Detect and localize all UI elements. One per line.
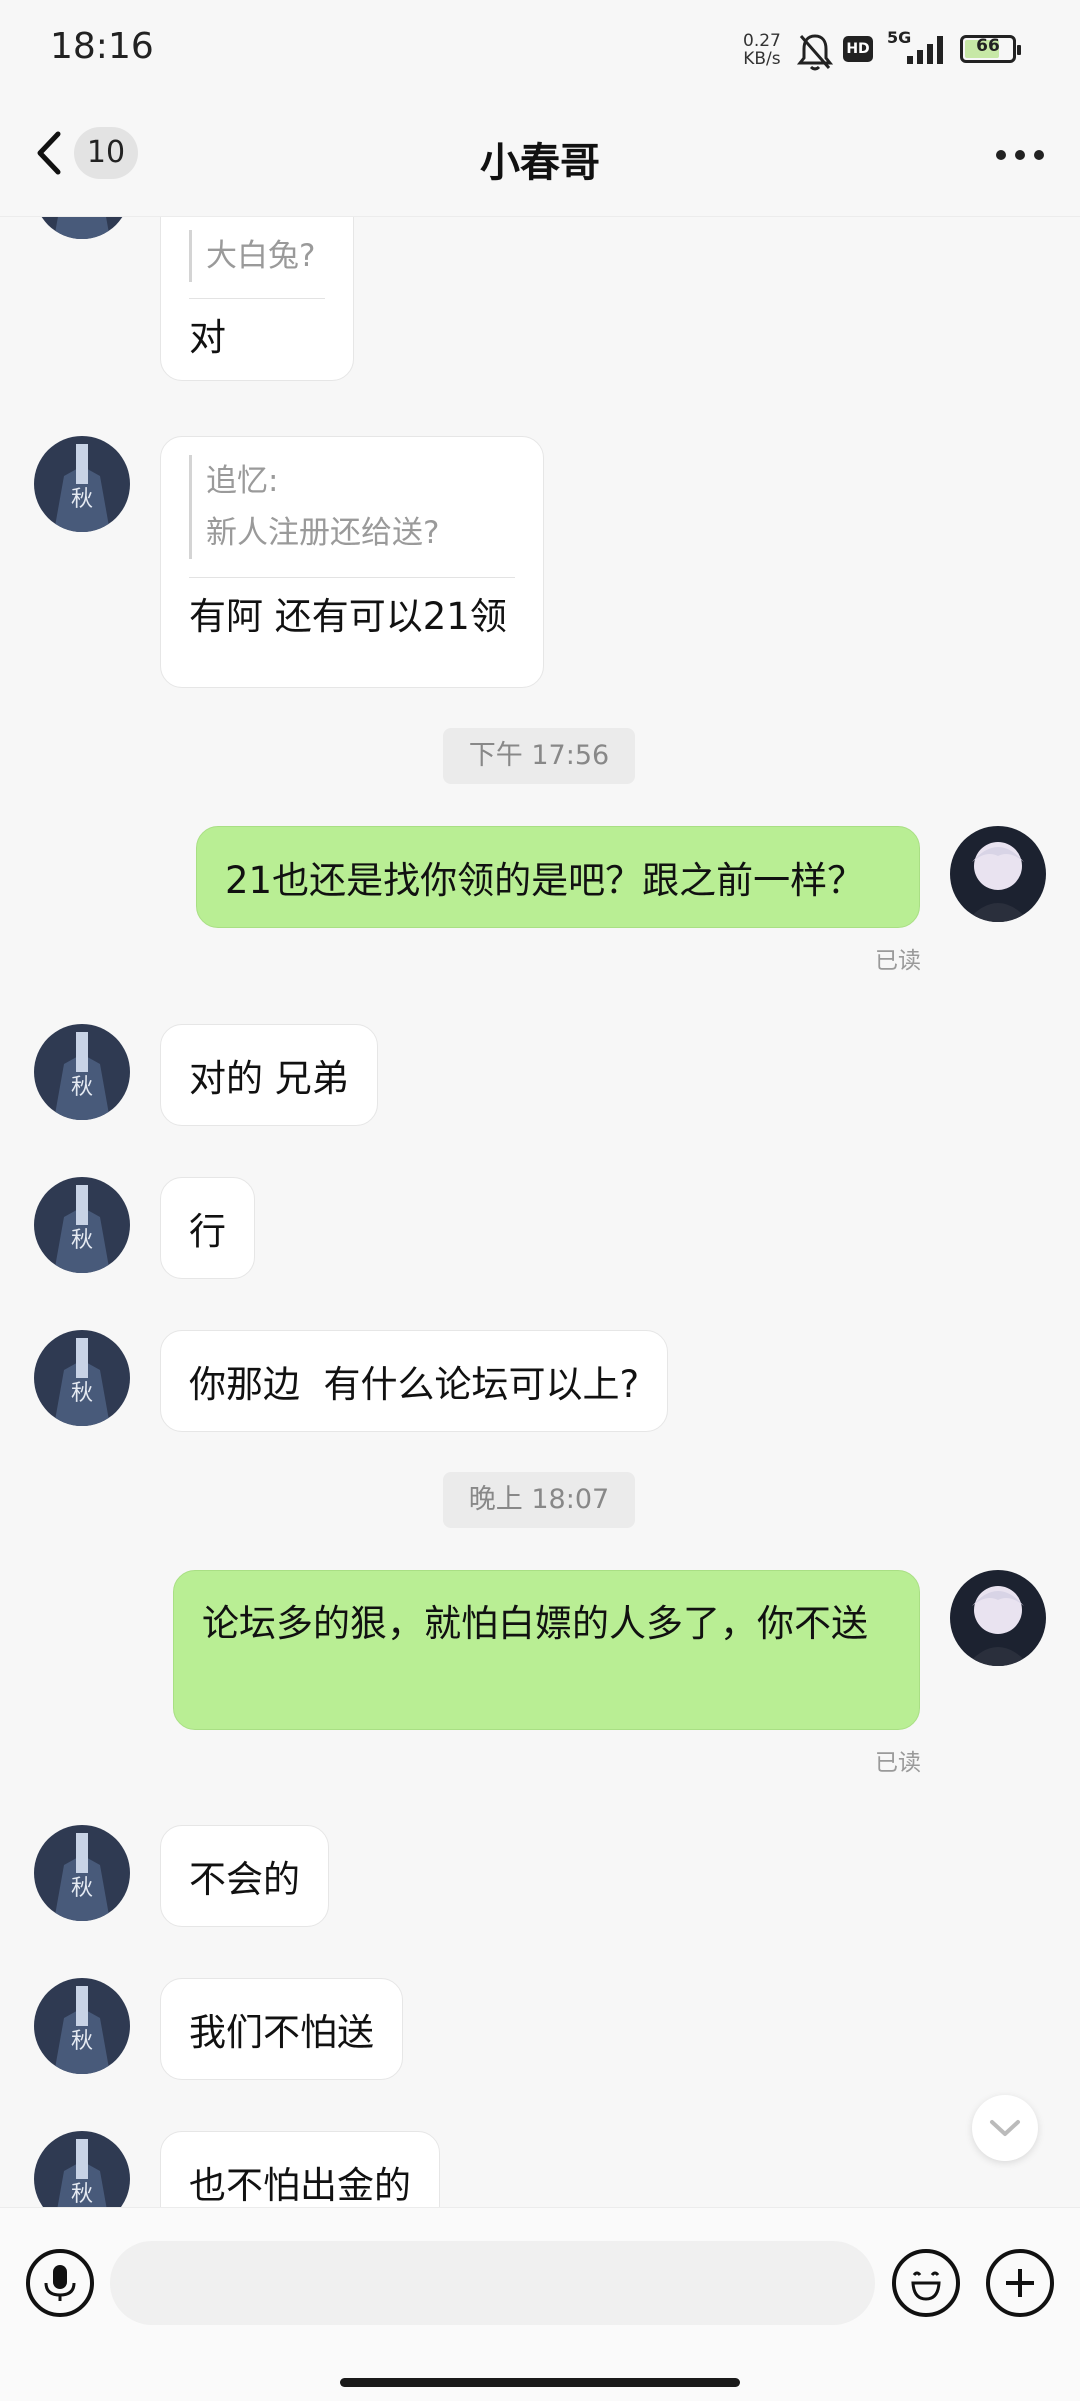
signal-bars-icon: [907, 36, 943, 64]
network-speed-unit: KB/s: [743, 49, 781, 69]
emoji-icon: [911, 2271, 941, 2301]
message-bubble[interactable]: 也不怕出金的: [160, 2131, 440, 2207]
battery-icon: 66: [960, 35, 1021, 63]
message-text: 有阿 还有可以21领: [189, 595, 507, 638]
plus-icon: [1006, 2269, 1034, 2297]
home-indicator[interactable]: [340, 2378, 740, 2387]
status-time: 18:16: [50, 26, 154, 67]
emoji-button[interactable]: [892, 2249, 960, 2317]
svg-text:秋: 秋: [71, 2182, 93, 2207]
contact-avatar[interactable]: 秋: [34, 1330, 130, 1426]
message-input[interactable]: [110, 2241, 875, 2325]
contact-avatar[interactable]: 秋: [34, 1177, 130, 1273]
svg-text:秋: 秋: [71, 1381, 93, 1406]
my-avatar[interactable]: [950, 826, 1046, 922]
read-status: 已读: [875, 1750, 921, 1776]
more-dots-icon: [996, 150, 1006, 160]
voice-button[interactable]: [26, 2249, 94, 2317]
quote-block: 追忆: 新人注册还给送?: [189, 455, 515, 559]
microphone-icon: [44, 2265, 76, 2301]
contact-avatar[interactable]: 秋: [34, 1024, 130, 1120]
read-status: 已读: [875, 948, 921, 974]
message-bubble[interactable]: 大白兔? 对: [160, 217, 354, 381]
bell-off-icon: [797, 34, 833, 71]
contact-avatar[interactable]: 秋: [34, 1978, 130, 2074]
timestamp: 下午 17:56: [443, 728, 635, 784]
svg-text:秋: 秋: [71, 1876, 93, 1901]
network-speed-value: 0.27: [743, 31, 781, 51]
message-bubble[interactable]: 你那边 有什么论坛可以上?: [160, 1330, 669, 1432]
message-bubble[interactable]: 不会的: [160, 1825, 329, 1927]
chat-title: 小春哥: [480, 140, 600, 186]
message-bubble[interactable]: 我们不怕送: [160, 1978, 403, 2080]
more-options-button[interactable]: [990, 140, 1050, 170]
status-bar: 18:16 0.27 KB/s HD 5G 66: [0, 0, 1080, 100]
plus-button[interactable]: [986, 2249, 1054, 2317]
chevron-down-icon: [990, 2120, 1020, 2136]
chat-header: 10 小春哥: [0, 100, 1080, 217]
network-speed: 0.27 KB/s: [743, 32, 781, 68]
message-list[interactable]: 大白兔? 对 秋 追忆: 新人注册还给送? 有阿 还有可以21领 下午 17:5…: [0, 217, 1080, 2207]
message-bubble[interactable]: 对的 兄弟: [160, 1024, 378, 1126]
input-bar: [0, 2207, 1080, 2401]
contact-avatar[interactable]: 秋: [34, 1825, 130, 1921]
contact-avatar[interactable]: [34, 217, 130, 239]
my-avatar[interactable]: [950, 1570, 1046, 1666]
svg-text:秋: 秋: [71, 2029, 93, 2054]
message-bubble-outgoing[interactable]: 论坛多的狠，就怕白嫖的人多了，你不送: [173, 1570, 920, 1730]
svg-text:秋: 秋: [71, 1075, 93, 1100]
battery-level: 66: [976, 36, 1000, 56]
quote-author: 追忆:: [206, 463, 279, 499]
timestamp: 晚上 18:07: [443, 1472, 635, 1528]
quoted-text: 新人注册还给送?: [206, 515, 440, 551]
hd-icon: HD: [843, 36, 873, 62]
quoted-text: 大白兔?: [189, 230, 325, 282]
message-bubble[interactable]: 行: [160, 1177, 255, 1279]
svg-text:秋: 秋: [71, 1228, 93, 1253]
contact-avatar[interactable]: 秋: [34, 436, 130, 532]
contact-avatar[interactable]: 秋: [34, 2131, 130, 2207]
scroll-to-bottom-button[interactable]: [972, 2095, 1038, 2161]
message-bubble[interactable]: 追忆: 新人注册还给送? 有阿 还有可以21领: [160, 436, 544, 688]
message-bubble-outgoing[interactable]: 21也还是找你领的是吧？跟之前一样？: [196, 826, 920, 928]
svg-text:秋: 秋: [71, 487, 93, 512]
message-text: 对: [189, 316, 226, 359]
